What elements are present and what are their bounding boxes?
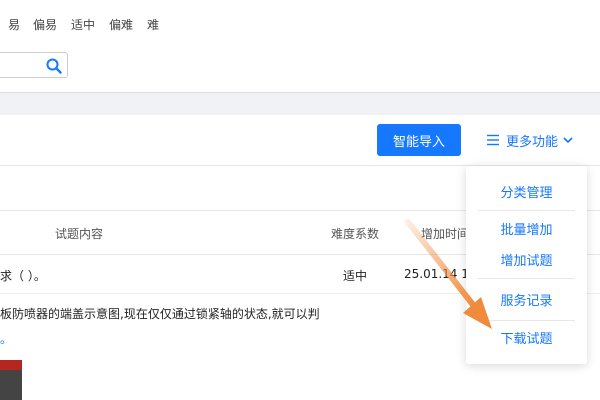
menu-item-download-questions[interactable]: 下载试题 xyxy=(466,328,587,348)
difficulty-hard[interactable]: 难 xyxy=(147,16,159,33)
cell-difficulty: 适中 xyxy=(343,269,368,283)
difficulty-fairly-hard[interactable]: 偏难 xyxy=(109,16,133,33)
search-input[interactable] xyxy=(0,53,40,77)
menu-icon xyxy=(487,134,499,146)
menu-divider xyxy=(478,278,575,279)
menu-item-category-management[interactable]: 分类管理 xyxy=(466,182,587,202)
more-functions-button[interactable]: 更多功能 xyxy=(486,129,574,151)
cell-content: 求（ ）。 xyxy=(0,269,46,283)
question-image-thumbnail xyxy=(0,360,22,400)
chevron-down-icon xyxy=(563,137,573,144)
more-functions-dropdown: 分类管理 批量增加 增加试题 服务记录 下载试题 xyxy=(466,166,587,364)
more-functions-label: 更多功能 xyxy=(506,134,559,150)
search-icon[interactable] xyxy=(45,57,63,75)
section-gap xyxy=(0,93,600,115)
menu-divider xyxy=(478,210,575,211)
header-difficulty: 难度系数 xyxy=(331,227,380,241)
difficulty-fairly-easy[interactable]: 偏易 xyxy=(33,16,57,33)
menu-item-add-question[interactable]: 增加试题 xyxy=(466,250,587,270)
question-detail-suffix: 。 xyxy=(0,332,13,346)
smart-import-button[interactable]: 智能导入 xyxy=(377,124,461,156)
menu-item-batch-add[interactable]: 批量增加 xyxy=(466,219,587,239)
menu-divider xyxy=(478,320,575,321)
header-added-time: 增加时间 xyxy=(421,227,470,241)
filter-panel: 易 偏易 适中 偏难 难 xyxy=(0,0,600,93)
question-detail-text: 板防喷器的端盖示意图,现在仅仅通过锁紧轴的状态,就可以判 xyxy=(0,307,320,321)
search-box xyxy=(0,52,68,78)
difficulty-medium[interactable]: 适中 xyxy=(71,16,95,33)
difficulty-easy[interactable]: 易 xyxy=(8,16,20,33)
header-content: 试题内容 xyxy=(55,227,104,241)
question-toolbar: 智能导入 更多功能 xyxy=(0,115,600,166)
menu-item-service-records[interactable]: 服务记录 xyxy=(466,290,587,310)
